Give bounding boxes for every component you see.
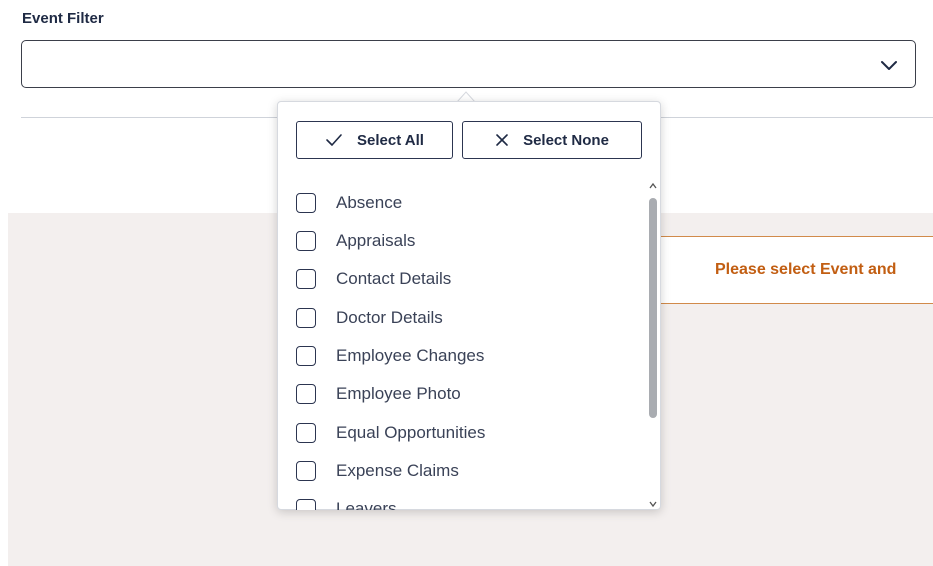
select-all-button[interactable]: Select All [296,121,453,159]
event-filter-select[interactable] [21,40,916,88]
option-checkbox[interactable] [296,461,316,481]
option-checkbox[interactable] [296,193,316,213]
scrollbar-thumb[interactable] [649,198,657,418]
option-checkbox[interactable] [296,308,316,328]
option-employee-changes[interactable]: Employee Changes [296,341,484,371]
option-label: Doctor Details [336,308,443,327]
option-absence[interactable]: Absence [296,188,402,218]
option-label: Equal Opportunities [336,423,486,442]
option-appraisals[interactable]: Appraisals [296,226,415,256]
option-label: Expense Claims [336,461,459,480]
chevron-down-icon[interactable] [879,55,899,75]
option-checkbox[interactable] [296,423,316,443]
scroll-down-icon[interactable] [648,500,658,508]
option-label: Employee Changes [336,346,485,365]
select-none-button[interactable]: Select None [462,121,642,159]
close-icon [496,134,508,146]
notice-panel: Please select Event and [657,236,933,304]
scroll-up-icon[interactable] [648,182,658,190]
option-checkbox[interactable] [296,269,316,289]
option-label: Employee Photo [336,384,461,403]
option-checkbox[interactable] [296,346,316,366]
notice-text: Please select Event and [715,261,897,278]
option-label: Absence [336,193,403,212]
option-employee-photo[interactable]: Employee Photo [296,379,461,409]
event-filter-dropdown: Select All Select None Absence Appraisal… [277,101,661,510]
option-leavers[interactable]: Leavers [296,494,396,510]
option-doctor-details[interactable]: Doctor Details [296,303,443,333]
options-scrollbar[interactable] [646,180,660,510]
select-all-label: Select All [357,131,424,149]
option-label: Contact Details [336,269,452,288]
option-checkbox[interactable] [296,231,316,251]
select-none-label: Select None [523,131,609,149]
event-filter-label: Event Filter [22,10,104,27]
event-options-list: Absence Appraisals Contact Details Docto… [278,182,648,510]
option-label: Leavers [336,499,397,510]
option-checkbox[interactable] [296,384,316,404]
option-contact-details[interactable]: Contact Details [296,264,451,294]
option-label: Appraisals [336,231,416,250]
option-expense-claims[interactable]: Expense Claims [296,456,459,486]
option-checkbox[interactable] [296,499,316,510]
page: Event Filter Please select Event and Sel… [0,0,933,566]
check-icon [326,134,342,146]
option-equal-opportunities[interactable]: Equal Opportunities [296,418,485,448]
